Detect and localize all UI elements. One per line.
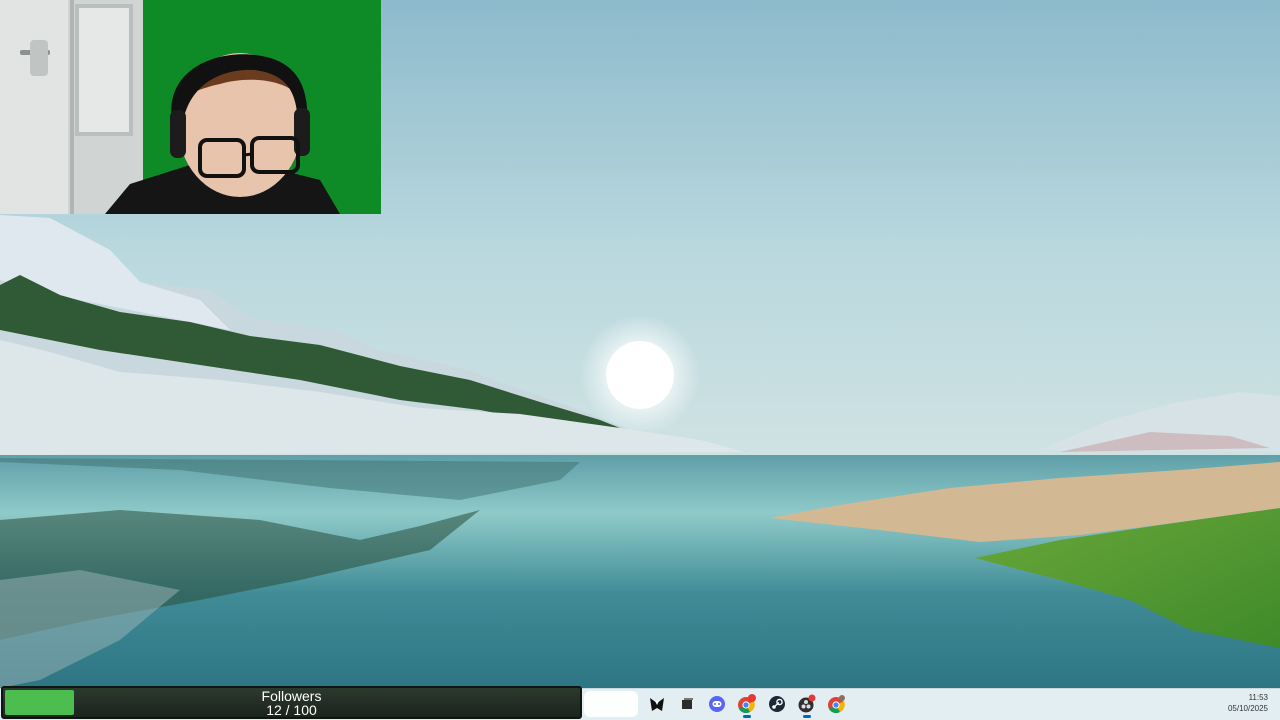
followers-goal-widget: Followers 12 / 100	[1, 686, 582, 719]
taskbar-icons	[584, 689, 852, 719]
task-view-icon[interactable]	[672, 689, 702, 719]
obs-studio-icon[interactable]	[792, 689, 822, 719]
discord-icon[interactable]	[702, 689, 732, 719]
start-menu-button[interactable]	[584, 691, 638, 717]
running-indicator	[743, 715, 751, 718]
webcam-overlay	[0, 0, 381, 214]
running-indicator	[803, 715, 811, 718]
system-clock[interactable]: 11:53 05/10/2025	[1228, 692, 1268, 714]
followers-label: Followers	[261, 688, 322, 704]
followers-count: 12 / 100	[266, 702, 317, 718]
followers-goal-text: Followers 12 / 100	[3, 689, 580, 717]
chrome-icon-with-badge[interactable]	[732, 689, 762, 719]
tuxedo-mask-icon[interactable]	[642, 689, 672, 719]
chrome-icon[interactable]	[822, 689, 852, 719]
clock-date: 05/10/2025	[1227, 704, 1268, 713]
steam-icon[interactable]	[762, 689, 792, 719]
clock-time: 11:53	[1248, 693, 1268, 702]
